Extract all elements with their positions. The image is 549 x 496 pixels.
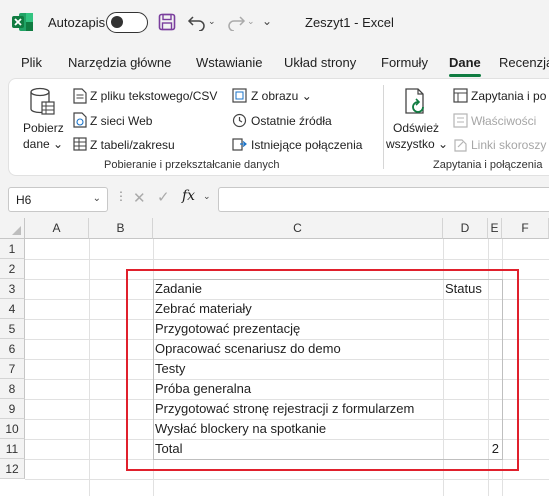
quick-access-more-icon[interactable]: ⌄	[262, 14, 272, 28]
formula-bar: H6 ⌄ ⋮ ✕ ✓ fx ⌄	[0, 182, 549, 218]
from-table-button[interactable]: Z tabeli/zakresu	[90, 138, 175, 152]
database-icon[interactable]	[29, 87, 55, 117]
recent-sources-icon	[232, 113, 247, 128]
autosave-toggle[interactable]	[106, 12, 148, 33]
formula-expand-icon[interactable]: ⌄	[203, 191, 211, 202]
text-file-icon	[73, 88, 87, 104]
group-label-queries: Zapytania i połączenia	[433, 159, 543, 171]
tab-narzedzia-glowne[interactable]: Narzędzia główne	[68, 55, 171, 70]
column-header-a[interactable]: A	[25, 218, 89, 239]
row-header-10[interactable]: 10	[0, 419, 25, 439]
tab-wstawianie[interactable]: Wstawianie	[196, 55, 262, 70]
row-header-12[interactable]: 12	[0, 459, 25, 479]
gridline	[25, 259, 549, 260]
column-header-c[interactable]: C	[153, 218, 443, 239]
properties-icon	[453, 113, 468, 128]
cell-e11[interactable]: 2	[488, 439, 502, 459]
cell-d3[interactable]: Status	[443, 279, 488, 299]
excel-logo-icon	[12, 13, 33, 31]
tab-plik[interactable]: Plik	[21, 55, 42, 70]
tab-dane[interactable]: Dane	[449, 55, 481, 70]
gridline	[502, 239, 503, 496]
title-bar: Autozapis ⌄ ⌄ ⌄ Zeszyt1 - Excel	[0, 0, 549, 46]
worksheet-grid: A B C D E F 1 2 3 4 5 6 7 8 9 10 11 12 Z…	[0, 218, 549, 496]
ribbon-separator	[383, 85, 384, 169]
active-tab-indicator	[449, 74, 481, 77]
web-page-icon	[73, 112, 87, 128]
existing-connections-icon	[232, 138, 247, 151]
cell-c8[interactable]: Próba generalna	[153, 379, 443, 399]
autosave-label: Autozapis	[48, 15, 106, 30]
cell-c9[interactable]: Przygotować stronę rejestracji z formula…	[153, 399, 443, 419]
formula-input[interactable]	[218, 187, 549, 212]
refresh-all-label-1[interactable]: Odśwież	[393, 121, 439, 135]
tab-formuly[interactable]: Formuły	[381, 55, 428, 70]
insert-function-icon[interactable]: fx	[182, 188, 195, 204]
edit-links-button[interactable]: Linki skoroszy	[471, 138, 546, 152]
redo-dropdown-icon[interactable]: ⌄	[247, 16, 255, 27]
row-header-9[interactable]: 9	[0, 399, 25, 419]
row-header-8[interactable]: 8	[0, 379, 25, 399]
redo-icon[interactable]	[226, 13, 246, 31]
cell-c6[interactable]: Opracować scenariusz do demo	[153, 339, 443, 359]
column-header-b[interactable]: B	[89, 218, 153, 239]
save-icon[interactable]	[158, 13, 176, 31]
cell-c11[interactable]: Total	[153, 439, 443, 459]
picture-icon	[232, 88, 247, 103]
undo-dropdown-icon[interactable]: ⌄	[208, 16, 216, 27]
table-icon	[73, 137, 87, 151]
queries-connections-button[interactable]: Zapytania i po	[471, 89, 546, 103]
row-header-11[interactable]: 11	[0, 439, 25, 459]
cell-c3[interactable]: Zadanie	[153, 279, 443, 299]
gridline	[89, 239, 90, 496]
gridline	[25, 459, 549, 460]
cell-c10[interactable]: Wysłać blockery na spotkanie	[153, 419, 443, 439]
refresh-all-label-2[interactable]: wszystko ⌄	[386, 137, 448, 151]
from-picture-button[interactable]: Z obrazu ⌄	[251, 89, 312, 103]
recent-sources-button[interactable]: Ostatnie źródła	[251, 114, 332, 128]
row-header-1[interactable]: 1	[0, 239, 25, 259]
gridline	[443, 239, 444, 496]
row-header-7[interactable]: 7	[0, 359, 25, 379]
cell-c4[interactable]: Zebrać materiały	[153, 299, 443, 319]
get-data-label-2[interactable]: dane ⌄	[23, 137, 63, 151]
cell-c5[interactable]: Przygotować prezentację	[153, 319, 443, 339]
ribbon: Pobierz dane ⌄ Z pliku tekstowego/CSV Z …	[0, 78, 549, 182]
existing-connections-button[interactable]: Istniejące połączenia	[251, 138, 362, 152]
column-header-f[interactable]: F	[502, 218, 549, 239]
name-box-dropdown-icon[interactable]: ⌄	[93, 193, 101, 204]
cancel-icon[interactable]: ✕	[133, 189, 146, 207]
cell-c7[interactable]: Testy	[153, 359, 443, 379]
tab-uklad-strony[interactable]: Układ strony	[284, 55, 356, 70]
properties-button[interactable]: Właściwości	[471, 114, 536, 128]
tab-recenzja[interactable]: Recenzja	[499, 55, 549, 70]
column-header-d[interactable]: D	[443, 218, 488, 239]
formula-bar-handle-icon[interactable]: ⋮	[115, 189, 127, 203]
name-box-value: H6	[16, 193, 32, 207]
document-title: Zeszyt1 - Excel	[305, 15, 394, 30]
get-data-label-1[interactable]: Pobierz	[23, 121, 64, 135]
ribbon-panel: Pobierz dane ⌄ Z pliku tekstowego/CSV Z …	[8, 78, 549, 176]
name-box[interactable]: H6 ⌄	[8, 187, 108, 212]
from-web-button[interactable]: Z sieci Web	[90, 114, 152, 128]
row-header-4[interactable]: 4	[0, 299, 25, 319]
row-header-6[interactable]: 6	[0, 339, 25, 359]
from-text-csv-button[interactable]: Z pliku tekstowego/CSV	[90, 89, 217, 103]
edit-links-icon	[454, 139, 467, 152]
queries-connections-icon	[453, 88, 468, 103]
select-all-corner[interactable]	[0, 218, 25, 239]
row-header-3[interactable]: 3	[0, 279, 25, 299]
row-header-2[interactable]: 2	[0, 259, 25, 279]
group-label-get-transform: Pobieranie i przekształcanie danych	[104, 159, 280, 171]
refresh-all-icon[interactable]	[403, 87, 431, 119]
enter-icon[interactable]: ✓	[157, 188, 170, 206]
undo-icon[interactable]	[187, 13, 207, 31]
gridline	[25, 479, 549, 480]
ribbon-tabs: Plik Narzędzia główne Wstawianie Układ s…	[0, 46, 549, 78]
row-header-5[interactable]: 5	[0, 319, 25, 339]
column-header-e[interactable]: E	[488, 218, 502, 239]
